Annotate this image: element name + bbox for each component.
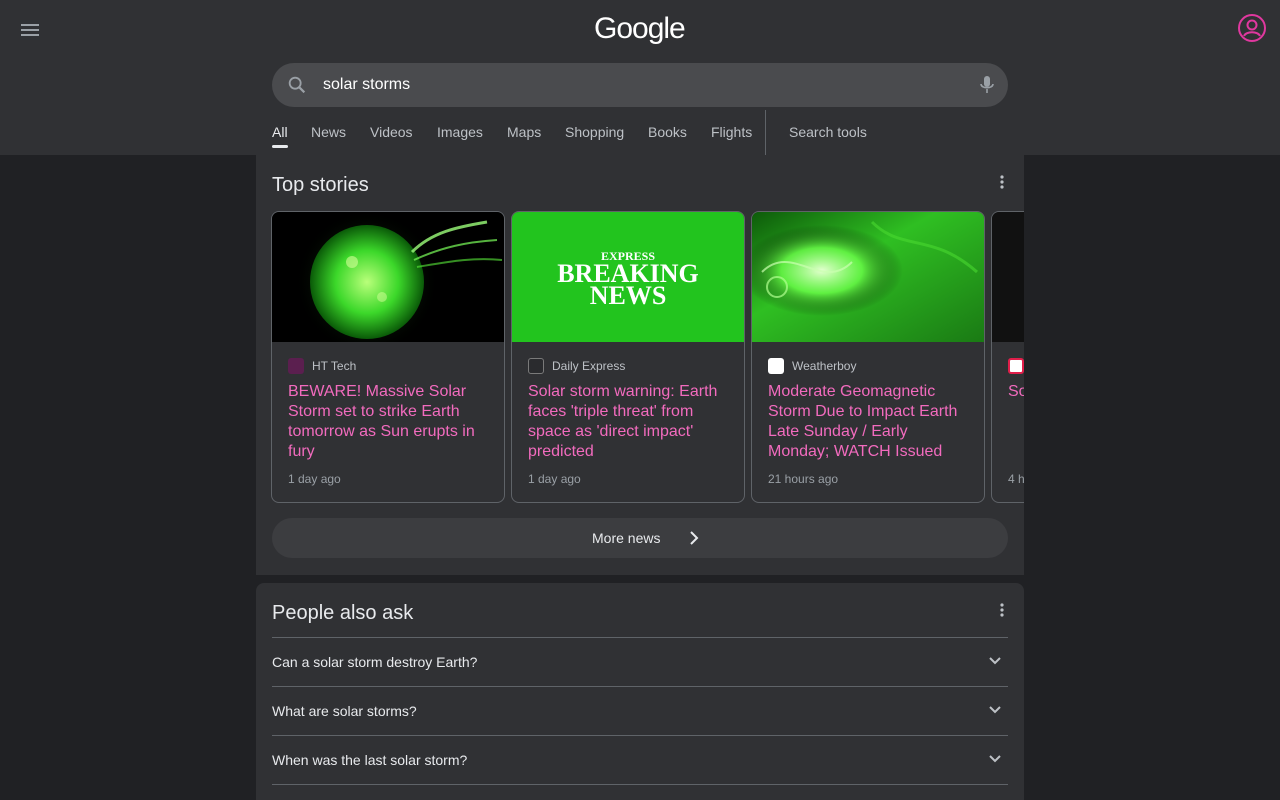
tab-videos[interactable]: Videos [370, 124, 413, 140]
story-headline[interactable]: So... Mo... [1008, 382, 1024, 402]
story-card[interactable]: Weatherboy Moderate Geomagnetic Storm Du… [751, 211, 985, 503]
tab-flights[interactable]: Flights [711, 124, 752, 140]
question-row[interactable]: What are solar storms? [272, 686, 1008, 735]
story-source: HT Tech [288, 358, 356, 374]
story-thumbnail [272, 212, 504, 342]
search-tabs: All News Videos Images Maps Shopping Boo… [272, 112, 1012, 155]
top-stories-title: Top stories [272, 174, 369, 196]
story-card[interactable]: So... Mo... 4 h... [991, 211, 1024, 503]
question-text: What are solar storms? [272, 703, 417, 719]
thumb-news-text: NEWS [590, 281, 667, 310]
news-star-favicon-icon [1008, 358, 1024, 374]
story-source: Daily Express [528, 358, 625, 374]
people-also-ask-title: People also ask [272, 602, 414, 624]
chevron-down-icon [989, 657, 1001, 665]
story-card[interactable]: EXPRESS BREAKING NEWS Daily Express Sola… [511, 211, 745, 503]
active-tab-indicator [272, 145, 288, 148]
story-thumbnail: EXPRESS BREAKING NEWS [512, 212, 744, 342]
story-source-name: Daily Express [552, 359, 626, 373]
story-age: 1 day ago [528, 472, 581, 486]
question-row[interactable]: When was the last solar storm? [272, 735, 1008, 784]
story-age: 21 hours ago [768, 472, 839, 486]
tab-books[interactable]: Books [648, 124, 687, 140]
search-box[interactable] [272, 63, 1008, 107]
google-logo[interactable]: Google [594, 12, 686, 46]
story-source [1008, 358, 1024, 374]
story-thumbnail [752, 212, 984, 342]
people-also-ask-panel: People also ask Can a solar storm destro… [256, 583, 1024, 800]
story-card[interactable]: HT Tech BEWARE! Massive Solar Storm set … [271, 211, 505, 503]
tab-divider [765, 110, 766, 155]
question-row-divider [272, 784, 1008, 800]
search-tools-button[interactable]: Search tools [789, 124, 867, 140]
more-options-icon[interactable] [999, 602, 1005, 618]
hamburger-menu-icon[interactable] [18, 18, 42, 42]
question-text: Can a solar storm destroy Earth? [272, 654, 478, 670]
story-source-name: HT Tech [312, 359, 357, 373]
search-input[interactable] [323, 63, 953, 107]
chevron-down-icon [989, 755, 1001, 763]
daily-express-favicon-icon [528, 358, 544, 374]
weatherboy-favicon-icon [768, 358, 784, 374]
story-headline[interactable]: Moderate Geomagnetic Storm Due to Impact… [768, 382, 968, 462]
stories-carousel: HT Tech BEWARE! Massive Solar Storm set … [270, 211, 1024, 503]
more-news-button[interactable]: More news [272, 518, 1008, 558]
story-thumbnail [992, 212, 1024, 342]
tab-images[interactable]: Images [437, 124, 483, 140]
story-headline[interactable]: Solar storm warning: Earth faces 'triple… [528, 382, 728, 462]
story-age: 4 h... [1008, 472, 1024, 486]
mic-icon[interactable] [977, 74, 997, 96]
tab-shopping[interactable]: Shopping [565, 124, 624, 140]
tab-all[interactable]: All [272, 124, 288, 140]
story-age: 1 day ago [288, 472, 341, 486]
chevron-down-icon [989, 706, 1001, 714]
story-source: Weatherboy [768, 358, 856, 374]
search-icon[interactable] [286, 74, 308, 96]
top-stories-panel: Top stories HT Tech BEWARE! Massive Sola… [256, 155, 1024, 575]
ht-tech-favicon-icon [288, 358, 304, 374]
more-options-icon[interactable] [999, 174, 1005, 190]
story-source-name: Weatherboy [792, 359, 857, 373]
chevron-right-icon [690, 531, 699, 545]
story-headline[interactable]: BEWARE! Massive Solar Storm set to strik… [288, 382, 488, 462]
more-news-label: More news [592, 530, 661, 546]
question-row[interactable]: Can a solar storm destroy Earth? [272, 637, 1008, 686]
tab-news[interactable]: News [311, 124, 346, 140]
tab-maps[interactable]: Maps [507, 124, 541, 140]
account-circle-icon[interactable] [1237, 13, 1267, 43]
question-text: When was the last solar storm? [272, 752, 468, 768]
